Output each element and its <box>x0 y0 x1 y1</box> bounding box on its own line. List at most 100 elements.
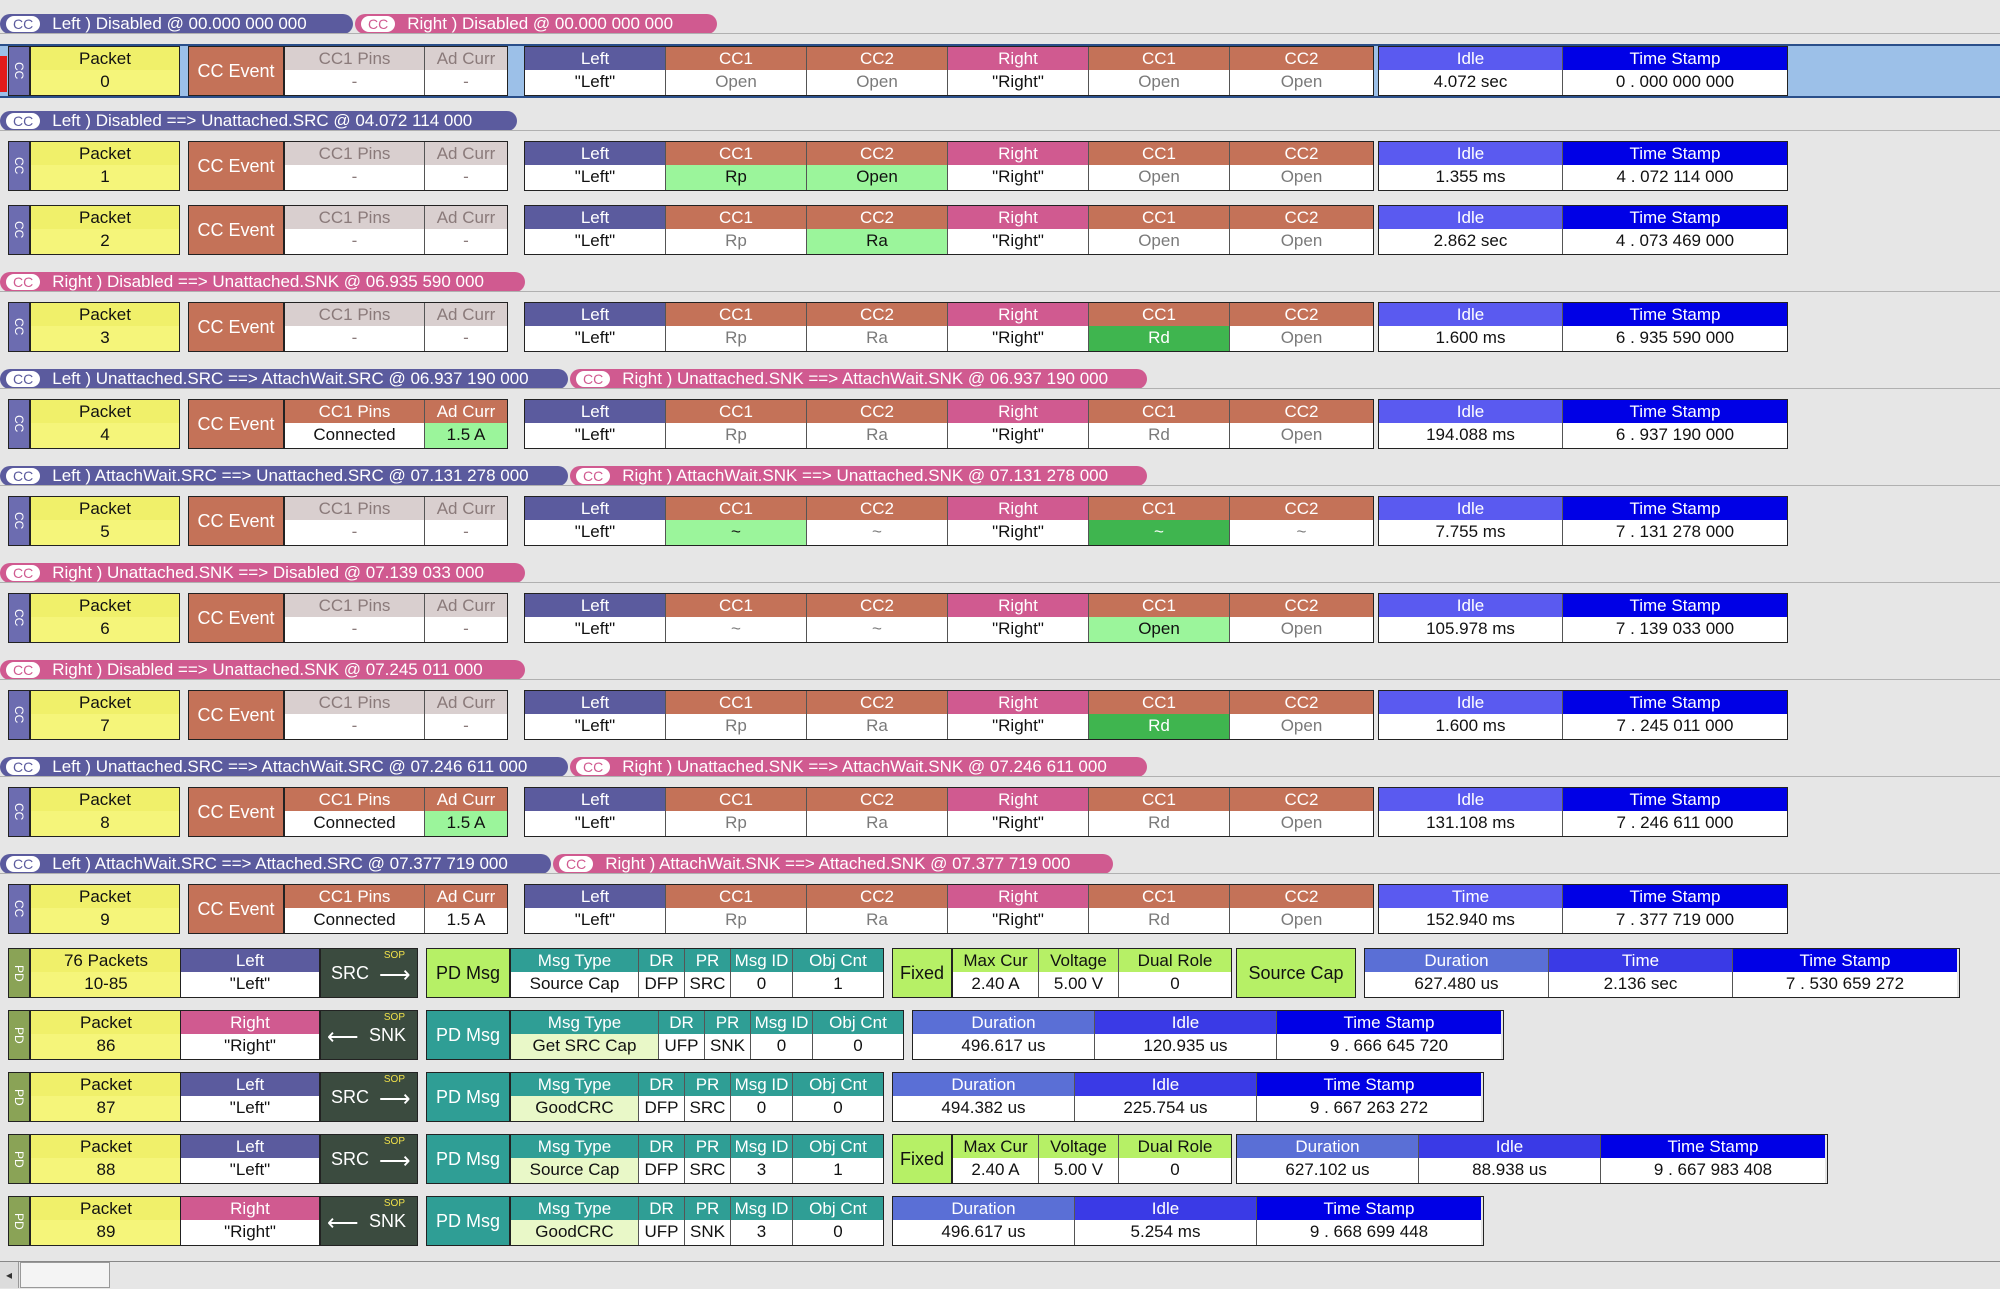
cc-lines-group: Left "Left" CC1 Rp CC2 Ra Right "Right" CC1 Rd CC2… <box>524 399 1374 449</box>
left-cc1: CC1 Rp <box>666 400 807 448</box>
timing-group: Duration 494.382 us Idle 225.754 us Time Sta… <box>892 1072 1484 1122</box>
cc-packet-row[interactable]: CC Packet 3 CC Event CC1 Pins - Ad Curr - Left "L… <box>0 302 2000 352</box>
right-cc2: CC2 Open <box>1230 47 1373 95</box>
power-role-value: SNK <box>685 1220 730 1245</box>
packet-number-value: 88 <box>31 1158 181 1183</box>
data-role-value: DFP <box>639 1158 684 1183</box>
message-fields: Msg Type Source Cap DR DFP PR SRC Msg ID 0 Obj C… <box>510 948 884 998</box>
arrow-left-icon: ⟵ <box>327 1210 359 1235</box>
pins-group: CC1 Pins Connected Ad Curr 1.5 A <box>284 787 508 837</box>
voltage-value: 5.00 V <box>1039 1158 1118 1183</box>
cc-packet-row[interactable]: CC Packet 0 CC Event CC1 Pins - Ad Curr - Left "L… <box>0 44 2000 98</box>
left-cc2: CC2 Ra <box>807 691 948 739</box>
state-transition-right[interactable]: CC Right ) AttachWait.SNK ==> Attached.SN… <box>553 854 1113 874</box>
cc-packet-row[interactable]: CC Packet 4 CC Event CC1 Pins Connected Ad Cur… <box>0 399 2000 449</box>
cc1-pins: CC1 Pins Connected <box>285 788 425 836</box>
state-transition-right[interactable]: CC Right ) AttachWait.SNK ==> Unattached.… <box>570 466 1147 486</box>
state-transition-right[interactable]: CC Right ) Disabled ==> Unattached.SNK @ … <box>0 660 525 680</box>
idle-value: 1.600 ms <box>1379 326 1562 351</box>
state-transition-right[interactable]: CC Right ) Unattached.SNK ==> AttachWait.… <box>570 369 1147 389</box>
pd-packet-row[interactable]: PD 76 Packets 10-85 Left "Left" SOP SRC ⟶ PD Msg… <box>0 948 2000 998</box>
port-value: "Right" <box>181 1034 319 1059</box>
right-cc2: CC2 Open <box>1230 788 1373 836</box>
state-transition-right[interactable]: CC Right ) Disabled @ 00.000 000 000 <box>355 14 717 34</box>
right-port-label: Right <box>948 594 1088 617</box>
obj-cnt-value: 1 <box>793 972 883 997</box>
transition-text: Left ) AttachWait.SRC ==> Attached.SRC @… <box>52 854 508 873</box>
fixed-pdo-label: Fixed <box>892 1134 952 1184</box>
max-current: Max Cur 2.40 A <box>953 1135 1039 1183</box>
right-cc1-value: Rd <box>1089 423 1229 448</box>
state-transition-right[interactable]: CC Right ) Disabled ==> Unattached.SNK @ … <box>0 272 525 292</box>
cc-packet-row[interactable]: CC Packet 1 CC Event CC1 Pins - Ad Curr - Left "L… <box>0 141 2000 191</box>
obj-cnt-label: Obj Cnt <box>793 1073 883 1096</box>
left-cc1-label: CC1 <box>666 142 806 165</box>
timing-2-label: Time Stamp <box>1257 1073 1481 1096</box>
right-cc2: CC2 ~ <box>1230 497 1373 545</box>
left-cc1-value: Rp <box>666 229 806 254</box>
cc-packet-row[interactable]: CC Packet 7 CC Event CC1 Pins - Ad Curr - Left "L… <box>0 690 2000 740</box>
ad-curr-label: Ad Curr <box>425 206 507 229</box>
pd-packet-row[interactable]: PD Packet 89 Right "Right" SOP SNK ⟵ PD Msg Msg T… <box>0 1196 2000 1246</box>
idle-value: 1.600 ms <box>1379 714 1562 739</box>
power-role-value: SRC <box>685 1096 730 1121</box>
left-port-value: "Left" <box>525 617 665 642</box>
right-port-value: "Right" <box>948 617 1088 642</box>
cc-packet-row[interactable]: CC Packet 8 CC Event CC1 Pins Connected Ad Cur… <box>0 787 2000 837</box>
horizontal-scrollbar[interactable]: ◂ <box>0 1261 2000 1289</box>
pd-packet-row[interactable]: PD Packet 86 Right "Right" SOP SNK ⟵ PD Msg Msg T… <box>0 1010 2000 1060</box>
state-transition-left[interactable]: CC Left ) AttachWait.SRC ==> Unattached.S… <box>0 466 568 486</box>
right-cc1: CC1 Rd <box>1089 691 1230 739</box>
state-transition-left[interactable]: CC Left ) Disabled ==> Unattached.SRC @ 0… <box>0 111 517 131</box>
state-transition-left[interactable]: CC Left ) Unattached.SRC ==> AttachWait.S… <box>0 757 568 777</box>
time-stamp: Time Stamp 7 . 245 011 000 <box>1563 691 1787 739</box>
state-transition-left[interactable]: CC Left ) Disabled @ 00.000 000 000 <box>0 14 353 34</box>
transition-text: Right ) Disabled ==> Unattached.SNK @ 07… <box>52 660 483 679</box>
cc1-pins: CC1 Pins - <box>285 594 425 642</box>
pd-packet-row[interactable]: PD Packet 88 Left "Left" SOP SRC ⟶ PD Msg Msg Typ… <box>0 1134 2000 1184</box>
cc-lines-group: Left "Left" CC1 ~ CC2 ~ Right "Right" CC1 Open CC2… <box>524 593 1374 643</box>
left-cc1-value: Rp <box>666 908 806 933</box>
ad-curr: Ad Curr - <box>425 206 507 254</box>
msg-id: Msg ID 3 <box>731 1197 793 1245</box>
cc-tag: CC <box>6 759 41 775</box>
timing-1: Idle 5.254 ms <box>1075 1197 1257 1245</box>
idle-value: 194.088 ms <box>1379 423 1562 448</box>
cc-tag: CC <box>576 468 611 484</box>
state-transition-left[interactable]: CC Left ) AttachWait.SRC ==> Attached.SRC… <box>0 854 551 874</box>
left-port-label: Left <box>525 303 665 326</box>
ad-curr-label: Ad Curr <box>425 303 507 326</box>
ad-curr-value: - <box>425 714 507 739</box>
trace-view[interactable]: CC Left ) Disabled @ 00.000 000 000 CC Righ… <box>0 0 2000 1288</box>
right-port-value: "Right" <box>948 908 1088 933</box>
left-cc1-label: CC1 <box>666 206 806 229</box>
voltage: Voltage 5.00 V <box>1039 949 1119 997</box>
arrow-right-icon: ⟶ <box>379 962 411 987</box>
message-fields: Msg Type Source Cap DR DFP PR SRC Msg ID 3 Obj C… <box>510 1134 884 1184</box>
time-stamp: Time Stamp 6 . 935 590 000 <box>1563 303 1787 351</box>
timing-0-label: Duration <box>893 1073 1074 1096</box>
cc-packet-row[interactable]: CC Packet 2 CC Event CC1 Pins - Ad Curr - Left "L… <box>0 205 2000 255</box>
cc-packet-row[interactable]: CC Packet 9 CC Event CC1 Pins Connected Ad Cur… <box>0 884 2000 934</box>
state-transition-right[interactable]: CC Right ) Unattached.SNK ==> Disabled @ … <box>0 563 525 583</box>
left-cc1: CC1 ~ <box>666 594 807 642</box>
pd-packet-row[interactable]: PD Packet 87 Left "Left" SOP SRC ⟶ PD Msg Msg Typ… <box>0 1072 2000 1122</box>
pins-group: CC1 Pins - Ad Curr - <box>284 593 508 643</box>
right-port-label: Right <box>948 497 1088 520</box>
power-role: PR SRC <box>685 1073 731 1121</box>
state-transition-right[interactable]: CC Right ) Unattached.SNK ==> AttachWait.… <box>570 757 1147 777</box>
scrollbar-thumb[interactable] <box>20 1262 110 1288</box>
cc-packet-row[interactable]: CC Packet 5 CC Event CC1 Pins - Ad Curr - Left "L… <box>0 496 2000 546</box>
cc-packet-row[interactable]: CC Packet 6 CC Event CC1 Pins - Ad Curr - Left "L… <box>0 593 2000 643</box>
data-role-label: DR <box>639 949 684 972</box>
state-transition-left[interactable]: CC Left ) Unattached.SRC ==> AttachWait.S… <box>0 369 568 389</box>
cc1-pins-label: CC1 Pins <box>285 400 424 423</box>
right-port-value: "Right" <box>948 326 1088 351</box>
left-port-label: Left <box>525 206 665 229</box>
timing-2-label: Time Stamp <box>1601 1135 1825 1158</box>
scroll-left-arrow-icon[interactable]: ◂ <box>0 1262 19 1288</box>
timing-2: Time Stamp 7 . 530 659 272 <box>1733 949 1957 997</box>
left-port-value: "Left" <box>525 423 665 448</box>
msg-type-value: GoodCRC <box>511 1220 638 1245</box>
left-cc1: CC1 Rp <box>666 788 807 836</box>
